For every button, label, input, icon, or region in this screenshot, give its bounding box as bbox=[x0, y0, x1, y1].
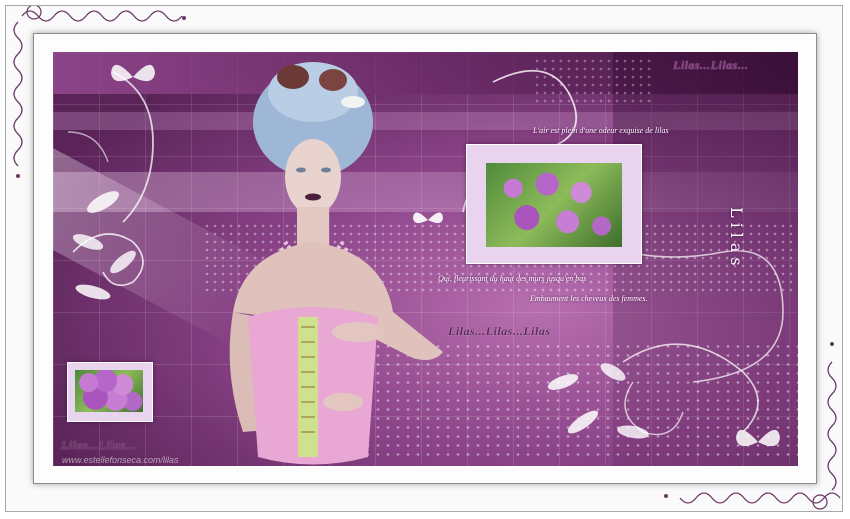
lilas-banner-middle: Lilas...Lilas...Lilas bbox=[448, 324, 551, 338]
white-leaf-ornament-left bbox=[72, 191, 136, 300]
woman-figure bbox=[229, 62, 443, 465]
watermark-text: www.estellefonseca.com/lilas bbox=[62, 455, 179, 465]
poem-line-3: Embaument les cheveux des femmes. bbox=[530, 294, 648, 303]
poem-line-2: Qui, fleurissant du haut des murs jusqu'… bbox=[438, 274, 587, 283]
lilac-photo-small bbox=[75, 370, 143, 412]
lilac-photo-frame-large bbox=[466, 144, 642, 264]
image-canvas: Lilas...Lilas... L'air est plein d'une o… bbox=[0, 0, 850, 519]
lilas-banner-top-right: Lilas...Lilas... bbox=[673, 58, 749, 72]
white-leaf-ornament-bottom-right bbox=[547, 363, 649, 439]
artwork-panel: Lilas...Lilas... L'air est plein d'une o… bbox=[53, 52, 798, 466]
lilac-photo-frame-small bbox=[67, 362, 153, 422]
vertical-title-lilas: Lilas bbox=[727, 207, 746, 271]
lilac-photo-large bbox=[486, 163, 622, 247]
butterfly-icon-top-left bbox=[111, 64, 155, 82]
butterfly-icon-bottom-right bbox=[736, 429, 780, 447]
lilas-banner-bottom-left: Lilas...Lilas... bbox=[61, 438, 137, 452]
poem-line-1: L'air est plein d'une odeur exquise de l… bbox=[533, 126, 669, 135]
